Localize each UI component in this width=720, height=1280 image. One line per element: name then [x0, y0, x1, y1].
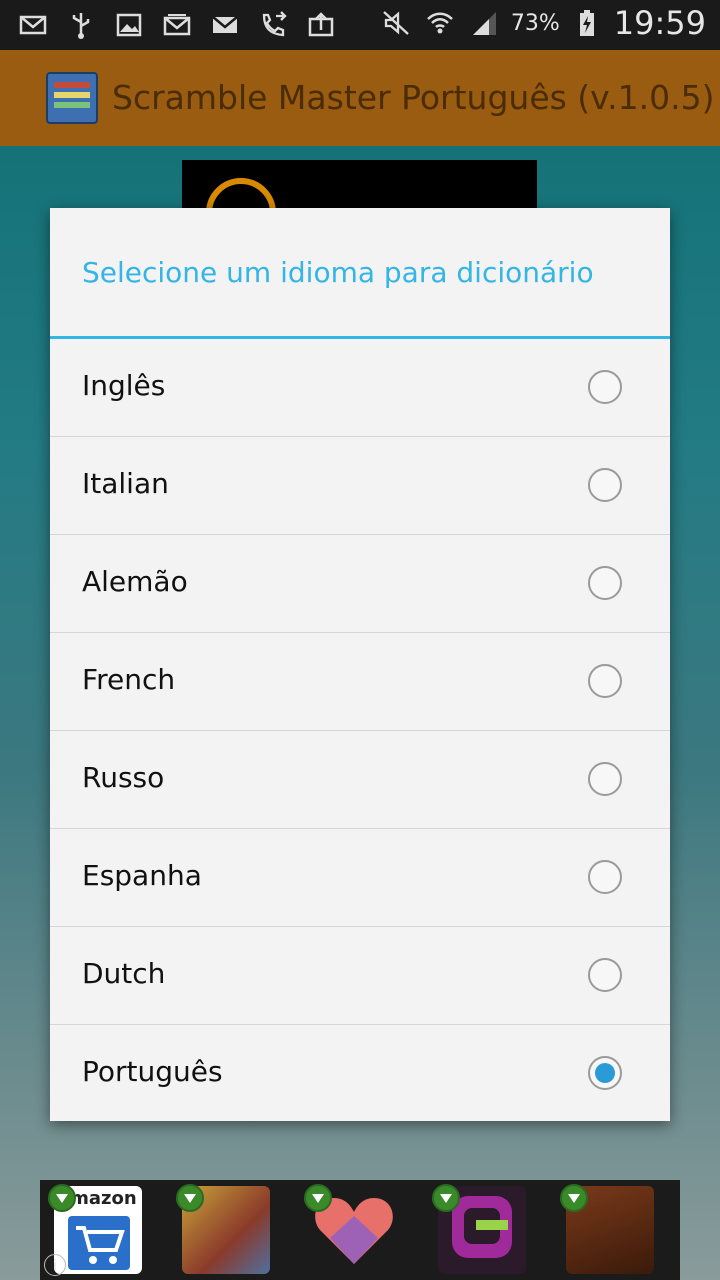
signal-icon: [467, 6, 501, 40]
dialog-title: Selecione um idioma para dicionário: [82, 256, 594, 289]
gmail-icon: [160, 8, 194, 42]
radio-button[interactable]: [588, 664, 622, 698]
battery-charging-icon: [570, 6, 604, 40]
option-label: Dutch: [82, 957, 166, 990]
option-portugues[interactable]: Português: [50, 1025, 670, 1121]
option-russo[interactable]: Russo: [50, 731, 670, 829]
download-badge-icon: [432, 1184, 460, 1212]
radio-button[interactable]: [588, 860, 622, 894]
info-icon[interactable]: i: [44, 1254, 66, 1276]
wifi-icon: [423, 6, 457, 40]
option-label: Português: [82, 1055, 223, 1088]
call-forward-icon: [256, 8, 290, 42]
status-bar: 73% 19:59: [0, 0, 720, 50]
download-badge-icon: [176, 1184, 204, 1212]
download-badge-icon: [304, 1184, 332, 1212]
option-french[interactable]: French: [50, 633, 670, 731]
app-logo-icon: [46, 72, 98, 124]
download-badge-icon: [48, 1184, 76, 1212]
system-icons: 73% 19:59: [379, 4, 706, 42]
shopping-cart-icon: [68, 1216, 130, 1270]
battery-percent: 73%: [510, 10, 560, 36]
radio-button[interactable]: [588, 762, 622, 796]
option-label: French: [82, 663, 176, 696]
notification-icons: [16, 8, 338, 42]
option-label: Espanha: [82, 859, 202, 892]
radio-button[interactable]: [588, 468, 622, 502]
clock: 19:59: [613, 4, 706, 42]
option-label: Italian: [82, 467, 169, 500]
action-bar: Scramble Master Português (v.1.0.5): [0, 50, 720, 146]
option-label: Inglês: [82, 369, 166, 402]
option-label: Alemão: [82, 565, 188, 598]
email-icon: [208, 8, 242, 42]
usb-icon: [64, 8, 98, 42]
radio-button-checked[interactable]: [588, 1056, 622, 1090]
option-espanha[interactable]: Espanha: [50, 829, 670, 927]
mail-icon: [16, 8, 50, 42]
radio-button[interactable]: [588, 958, 622, 992]
app-title: Scramble Master Português (v.1.0.5): [112, 78, 715, 117]
mute-icon: [379, 6, 413, 40]
radio-button[interactable]: [588, 566, 622, 600]
option-ingles[interactable]: Inglês: [50, 339, 670, 437]
ad-strip: amazon i: [40, 1180, 680, 1280]
language-dialog: Selecione um idioma para dicionário Ingl…: [50, 208, 670, 1121]
option-label: Russo: [82, 761, 165, 794]
image-icon: [112, 8, 146, 42]
option-italian[interactable]: Italian: [50, 437, 670, 535]
option-alemao[interactable]: Alemão: [50, 535, 670, 633]
download-badge-icon: [560, 1184, 588, 1212]
option-dutch[interactable]: Dutch: [50, 927, 670, 1025]
radio-dot: [595, 1063, 615, 1083]
upload-icon: [304, 8, 338, 42]
radio-button[interactable]: [588, 370, 622, 404]
